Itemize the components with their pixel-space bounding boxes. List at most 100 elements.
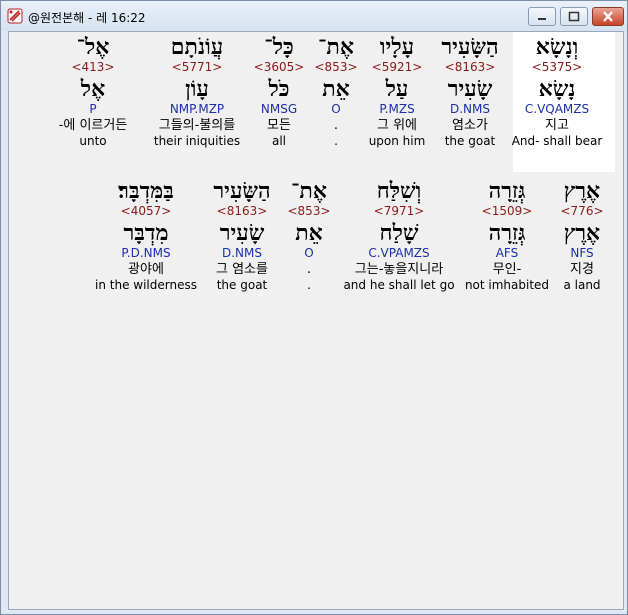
- hebrew-lemma: נָשָׂא: [538, 76, 576, 102]
- korean-gloss: .: [306, 262, 312, 277]
- parsing-code: P.MZS: [379, 102, 415, 116]
- word-cell[interactable]: וְשִׁלַּח <7971> שָׁלַח C.VPAMZS 그는-놓을지니…: [343, 178, 454, 292]
- app-window: @원전본해 - 레 16:22 וְנָשָׂא <5375> נָשָׂא C…: [0, 0, 628, 615]
- maximize-icon: [568, 11, 580, 22]
- minimize-button[interactable]: [528, 7, 556, 26]
- hebrew-lemma: עָוֹן: [185, 76, 209, 102]
- word-cell[interactable]: כָּל־ <3605> כֹּל NMSG 모든 all: [254, 34, 305, 148]
- close-button[interactable]: [592, 7, 624, 26]
- strong-number: <1509>: [481, 204, 533, 218]
- word-cell[interactable]: אֶל־ <413> אֶל P -에 이르거든 unto: [59, 34, 128, 148]
- parsing-code: C.VQAMZS: [524, 102, 590, 116]
- close-icon: [603, 11, 613, 22]
- english-gloss: .: [307, 278, 311, 292]
- english-gloss: .: [334, 134, 338, 148]
- strong-number: <8163>: [216, 204, 268, 218]
- hebrew-lemma: כֹּל: [268, 76, 290, 102]
- interlinear-view: וְנָשָׂא <5375> נָשָׂא C.VQAMZS 지고 And- …: [8, 31, 624, 610]
- hebrew-word: וְנָשָׂא: [535, 34, 579, 60]
- hebrew-word: אֶת־: [318, 34, 354, 60]
- english-gloss: the goat: [444, 134, 496, 148]
- word-cell[interactable]: גְּזֵרָה <1509> גְּזֵרָה AFS 무인- not imh…: [465, 178, 549, 292]
- english-gloss: upon him: [368, 134, 426, 148]
- hebrew-word: אֶת־: [291, 178, 327, 204]
- parsing-code: AFS: [495, 246, 519, 260]
- english-gloss: unto: [79, 134, 107, 148]
- word-cell[interactable]: בַּמִּדְבָּר׃ <4057> מִדְבָּר P.D.NMS 광야…: [95, 178, 197, 292]
- korean-gloss: 광야에: [128, 262, 164, 277]
- korean-gloss: 모든: [267, 118, 291, 133]
- parsing-code: NMSG: [260, 102, 298, 116]
- hebrew-word: הַשָּׂעִיר: [213, 178, 271, 204]
- korean-gloss: -에 이르거든: [58, 118, 128, 133]
- title-bar[interactable]: @원전본해 - 레 16:22: [1, 1, 627, 31]
- korean-gloss: 지고: [545, 118, 569, 133]
- hebrew-lemma: מִדְבָּר: [123, 220, 169, 246]
- english-gloss: all: [271, 134, 287, 148]
- word-cell[interactable]: הַשָּׂעִיר <8163> שָׂעִיר D.NMS 그 염소를 th…: [213, 178, 270, 292]
- strong-number: <5771>: [171, 60, 223, 74]
- hebrew-word: אֶל־: [76, 34, 110, 60]
- hebrew-word: אֶרֶץ: [563, 178, 601, 204]
- parsing-code: D.NMS: [221, 246, 263, 260]
- hebrew-lemma: גְּזֵרָה: [488, 220, 526, 246]
- parsing-code: O: [304, 246, 314, 260]
- english-gloss: their iniquities: [153, 134, 241, 148]
- hebrew-lemma: שָׂעִיר: [219, 220, 265, 246]
- hebrew-lemma: אֵת: [322, 76, 350, 102]
- hebrew-lemma: אֵת: [295, 220, 323, 246]
- app-icon: [7, 8, 23, 24]
- hebrew-lemma: שָׁלַח: [379, 220, 419, 246]
- hebrew-word: עָלָיו: [379, 34, 415, 60]
- korean-gloss: 그는-놓을지니라: [354, 262, 444, 277]
- word-cell[interactable]: עֲוֹנֹתָם <5771> עָוֹן NMP.MZP 그들의-불의를 t…: [154, 34, 240, 148]
- strong-number: <3605>: [253, 60, 305, 74]
- word-cell[interactable]: אֶת־ <853> אֵת O . .: [314, 34, 357, 148]
- hebrew-word: עֲוֹנֹתָם: [170, 34, 224, 60]
- strong-number: <5921>: [371, 60, 423, 74]
- hebrew-word: בַּמִּדְבָּר׃: [118, 178, 174, 204]
- parsing-code: NMP.MZP: [169, 102, 225, 116]
- hebrew-lemma: עַל: [385, 76, 409, 102]
- strong-number: <5375>: [531, 60, 583, 74]
- korean-gloss: 지경: [570, 262, 594, 277]
- hebrew-word: גְּזֵרָה: [488, 178, 526, 204]
- word-cell[interactable]: עָלָיו <5921> עַל P.MZS 그 위에 upon him: [369, 34, 426, 148]
- korean-gloss: 그 염소를: [216, 262, 268, 277]
- english-gloss: not imhabited: [464, 278, 550, 292]
- parsing-code: P: [89, 102, 97, 116]
- strong-number: <8163>: [444, 60, 496, 74]
- parsing-code: NFS: [570, 246, 594, 260]
- word-cell[interactable]: אֶת־ <853> אֵת O . .: [287, 178, 330, 292]
- hebrew-lemma: אֶרֶץ: [563, 220, 601, 246]
- english-gloss: the goat: [216, 278, 268, 292]
- maximize-button[interactable]: [560, 7, 588, 26]
- strong-number: <4057>: [120, 204, 172, 218]
- english-gloss: And- shall bear: [511, 134, 603, 148]
- parsing-code: O: [331, 102, 341, 116]
- parsing-code: C.VPAMZS: [368, 246, 430, 260]
- english-gloss: and he shall let go: [343, 278, 455, 292]
- korean-gloss: 그들의-불의를: [158, 118, 236, 133]
- korean-gloss: 그 위에: [376, 118, 417, 133]
- english-gloss: in the wilderness: [95, 278, 197, 292]
- word-cell[interactable]: וְנָשָׂא <5375> נָשָׂא C.VQAMZS 지고 And- …: [512, 34, 603, 148]
- hebrew-word: הַשָּׂעִיר: [441, 34, 499, 60]
- korean-gloss: .: [333, 118, 339, 133]
- korean-gloss: 염소가: [452, 118, 488, 133]
- strong-number: <7971>: [373, 204, 425, 218]
- english-gloss: a land: [563, 278, 601, 292]
- word-cell[interactable]: הַשָּׂעִיר <8163> שָׂעִיר D.NMS 염소가 the …: [441, 34, 498, 148]
- word-cell[interactable]: אֶרֶץ <776> אֶרֶץ NFS 지경 a land: [560, 178, 603, 292]
- hebrew-word: וְשִׁלַּח: [376, 178, 422, 204]
- parsing-code: D.NMS: [449, 102, 491, 116]
- korean-gloss: 무인-: [492, 262, 522, 277]
- parsing-code: P.D.NMS: [121, 246, 171, 260]
- window-title: @원전본해 - 레 16:22: [28, 11, 146, 25]
- minimize-icon: [538, 18, 546, 20]
- strong-number: <853>: [314, 60, 358, 74]
- strong-number: <413>: [71, 60, 115, 74]
- hebrew-lemma: שָׂעִיר: [447, 76, 493, 102]
- strong-number: <776>: [560, 204, 604, 218]
- hebrew-lemma: אֶל: [80, 76, 106, 102]
